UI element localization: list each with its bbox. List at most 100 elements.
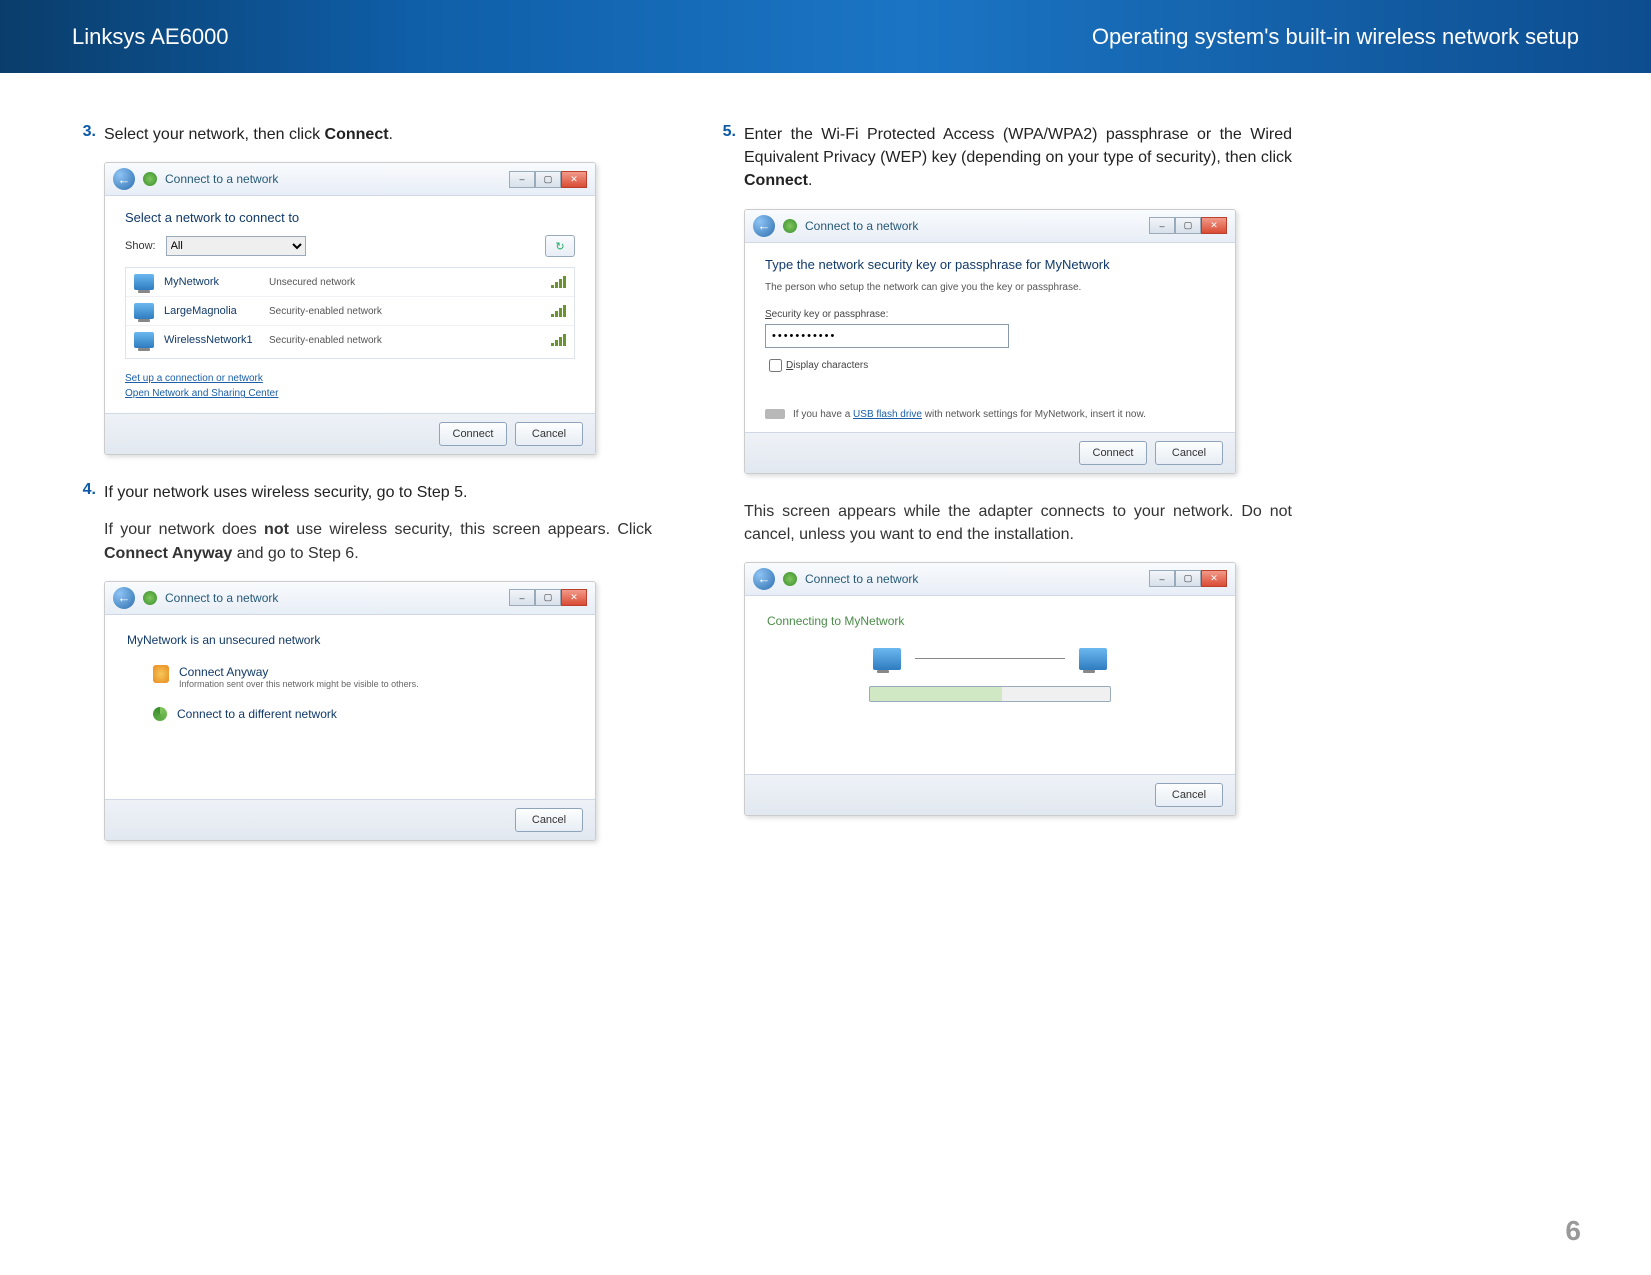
network-name: LargeMagnolia xyxy=(164,305,259,317)
computer-icon xyxy=(1079,648,1107,670)
maximize-button[interactable]: ▢ xyxy=(1175,570,1201,587)
maximize-button[interactable]: ▢ xyxy=(535,171,561,188)
cancel-button[interactable]: Cancel xyxy=(515,422,583,446)
step-5: 5. Enter the Wi-Fi Protected Access (WPA… xyxy=(712,123,1292,193)
window-title: Connect to a network xyxy=(805,219,918,233)
network-name: WirelessNetwork1 xyxy=(164,334,259,346)
connecting-heading: Connecting to MyNetwork xyxy=(767,614,1213,628)
right-column: 5. Enter the Wi-Fi Protected Access (WPA… xyxy=(682,123,1292,867)
text: . xyxy=(389,126,393,143)
left-column: 3. Select your network, then click Conne… xyxy=(72,123,682,867)
window-controls: – ▢ ✕ xyxy=(1149,217,1227,234)
network-globe-icon xyxy=(783,572,797,586)
content-columns: 3. Select your network, then click Conne… xyxy=(0,73,1651,867)
cancel-button[interactable]: Cancel xyxy=(1155,783,1223,807)
close-button[interactable]: ✕ xyxy=(561,171,587,188)
page-header: Linksys AE6000 Operating system's built-… xyxy=(0,0,1651,73)
screenshot-connecting: ← Connect to a network – ▢ ✕ Connecting … xyxy=(744,562,1236,816)
text: use wireless security, this screen appea… xyxy=(289,521,652,538)
minimize-button[interactable]: – xyxy=(509,589,535,606)
show-label: Show: xyxy=(125,240,156,252)
window-controls: – ▢ ✕ xyxy=(509,589,587,606)
security-key-input[interactable] xyxy=(765,324,1009,348)
computer-icon xyxy=(134,332,154,348)
network-list: MyNetwork Unsecured network LargeMagnoli… xyxy=(125,267,575,359)
option-title: Connect Anyway xyxy=(179,665,419,679)
refresh-button[interactable]: ↻ xyxy=(545,235,575,257)
step-4-continued: If your network does not use wireless se… xyxy=(104,518,652,564)
show-filter-row: Show: All ↻ xyxy=(125,235,575,257)
display-characters-checkbox[interactable] xyxy=(769,359,782,372)
option-text: Connect Anyway Information sent over thi… xyxy=(179,665,419,689)
step-text: If your network uses wireless security, … xyxy=(104,481,652,504)
window-title: Connect to a network xyxy=(805,572,918,586)
dialog-heading: Type the network security key or passphr… xyxy=(765,257,1215,272)
window-titlebar: ← Connect to a network – ▢ ✕ xyxy=(105,582,595,615)
window-body: Select a network to connect to Show: All… xyxy=(105,196,595,413)
signal-strength-icon xyxy=(551,276,566,288)
window-body: MyNetwork is an unsecured network Connec… xyxy=(105,615,595,799)
section-title: Operating system's built-in wireless net… xyxy=(1092,24,1579,50)
dialog-heading: Select a network to connect to xyxy=(125,210,575,225)
close-button[interactable]: ✕ xyxy=(561,589,587,606)
text: isplay characters xyxy=(793,360,868,371)
show-select[interactable]: All xyxy=(166,236,306,256)
close-button[interactable]: ✕ xyxy=(1201,570,1227,587)
back-icon[interactable]: ← xyxy=(113,587,135,609)
back-icon[interactable]: ← xyxy=(753,215,775,237)
network-item[interactable]: MyNetwork Unsecured network xyxy=(126,268,574,297)
network-security: Security-enabled network xyxy=(269,335,541,346)
cancel-button[interactable]: Cancel xyxy=(515,808,583,832)
maximize-button[interactable]: ▢ xyxy=(1175,217,1201,234)
back-icon[interactable]: ← xyxy=(753,568,775,590)
security-key-label: Security key or passphrase: xyxy=(765,309,1215,320)
text: and go to Step 6. xyxy=(232,545,358,562)
text: . xyxy=(808,172,812,189)
setup-connection-link[interactable]: Set up a connection or network xyxy=(125,371,575,386)
connect-different-option[interactable]: Connect to a different network xyxy=(127,707,573,721)
minimize-button[interactable]: – xyxy=(1149,217,1175,234)
window-footer: Cancel xyxy=(745,774,1235,815)
step-text: Enter the Wi-Fi Protected Access (WPA/WP… xyxy=(744,123,1292,193)
connection-line-icon xyxy=(915,658,1065,659)
computer-icon xyxy=(134,303,154,319)
open-network-center-link[interactable]: Open Network and Sharing Center xyxy=(125,386,575,401)
step-number: 3. xyxy=(72,123,96,146)
connect-button[interactable]: Connect xyxy=(439,422,507,446)
close-button[interactable]: ✕ xyxy=(1201,217,1227,234)
back-icon[interactable]: ← xyxy=(113,168,135,190)
step-5-followup: This screen appears while the adapter co… xyxy=(744,500,1292,546)
product-name: Linksys AE6000 xyxy=(72,24,229,50)
step-number: 5. xyxy=(712,123,736,193)
step-4: 4. If your network uses wireless securit… xyxy=(72,481,652,504)
screenshot-select-network: ← Connect to a network – ▢ ✕ Select a ne… xyxy=(104,162,596,455)
window-controls: – ▢ ✕ xyxy=(1149,570,1227,587)
connect-button[interactable]: Connect xyxy=(1079,441,1147,465)
text: Enter the Wi-Fi Protected Access (WPA/WP… xyxy=(744,126,1292,166)
network-item[interactable]: LargeMagnolia Security-enabled network xyxy=(126,297,574,326)
window-footer: Cancel xyxy=(105,799,595,840)
minimize-button[interactable]: – xyxy=(1149,570,1175,587)
shield-icon xyxy=(153,665,169,683)
computer-icon xyxy=(134,274,154,290)
cancel-button[interactable]: Cancel xyxy=(1155,441,1223,465)
connect-anyway-option[interactable]: Connect Anyway Information sent over thi… xyxy=(127,665,573,689)
window-title: Connect to a network xyxy=(165,172,278,186)
option-subtitle: Information sent over this network might… xyxy=(179,679,419,689)
text: If you have a xyxy=(793,409,853,420)
usb-flash-drive-link[interactable]: USB flash drive xyxy=(853,409,922,420)
window-controls: – ▢ ✕ xyxy=(509,171,587,188)
maximize-button[interactable]: ▢ xyxy=(535,589,561,606)
signal-strength-icon xyxy=(551,334,566,346)
window-body: Connecting to MyNetwork xyxy=(745,596,1235,774)
window-body: Type the network security key or passphr… xyxy=(745,243,1235,432)
page-number: 6 xyxy=(1565,1215,1581,1247)
network-item[interactable]: WirelessNetwork1 Security-enabled networ… xyxy=(126,326,574,354)
step-3: 3. Select your network, then click Conne… xyxy=(72,123,652,146)
window-footer: Connect Cancel xyxy=(105,413,595,454)
bold-text: Connect Anyway xyxy=(104,545,232,562)
network-globe-icon xyxy=(783,219,797,233)
option-title: Connect to a different network xyxy=(177,707,337,721)
minimize-button[interactable]: – xyxy=(509,171,535,188)
network-name: MyNetwork xyxy=(164,276,259,288)
